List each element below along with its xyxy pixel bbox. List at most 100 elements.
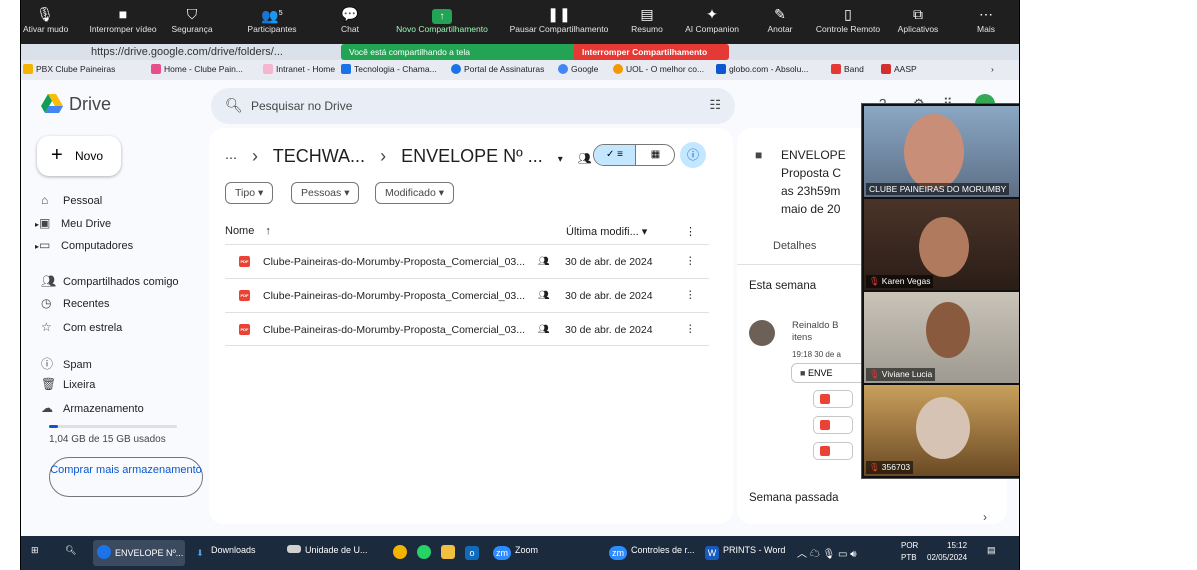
participants-icon: 👥5 (261, 7, 283, 24)
search-input[interactable]: 🔍︎ Pesquisar no Drive ☷ (211, 88, 735, 124)
pdf-icon: PDF (239, 290, 250, 301)
outlook-icon[interactable]: o (465, 545, 483, 560)
search-taskbar-icon[interactable]: 🔍︎ (65, 545, 76, 556)
breadcrumb-more-icon[interactable]: ⋯ (225, 151, 237, 165)
spam-icon: ⓘ (41, 357, 54, 371)
nav-item-shared[interactable]: 👥︎ Compartilhados comigo (41, 274, 179, 288)
language-indicator[interactable]: POR PTB (901, 540, 918, 564)
taskbar-item-word[interactable]: W PRINTS - Word (705, 545, 785, 560)
share-arrow-icon: ↑ (387, 4, 497, 24)
stop-sharing-button[interactable]: Interromper Compartilhamento (574, 44, 729, 60)
tray-icons[interactable]: ︿ ☁ 🎙︎ ▭ 🔊︎ (797, 545, 857, 560)
tab-details[interactable]: Detalhes (773, 240, 816, 252)
participant-face (904, 114, 964, 190)
taskbar: ⊞ 🔍︎ ENVELOPE Nº... ⬇ Downloads Unidade d… (21, 536, 1019, 570)
filter-type[interactable]: Tipo ▾ (225, 182, 274, 204)
nav-item-storage[interactable]: ☁ Armazenamento (41, 401, 144, 415)
bookmark-item[interactable]: Tecnologia - Chama... (341, 64, 437, 74)
ai-companion-button[interactable]: ✦ AI Companion (683, 4, 741, 34)
taskbar-item-zoom[interactable]: zm Zoom (493, 545, 538, 560)
sharing-banner: Você está compartilhando a tela Interrom… (341, 44, 729, 60)
security-button[interactable]: ⛉ Segurança (169, 4, 215, 34)
participant-face (926, 302, 970, 358)
drive-logo[interactable]: Drive (41, 94, 111, 115)
dropdown-icon[interactable]: ▾ (558, 154, 563, 165)
apps-button[interactable]: ⧉ Aplicativos (893, 4, 943, 34)
summary-button[interactable]: ▤ Resumo (627, 4, 667, 34)
taskbar-item-browser[interactable]: ENVELOPE Nº... (97, 545, 183, 559)
activity-file-chip[interactable] (813, 416, 853, 434)
taskbar-item-drive[interactable]: Unidade de U... (287, 545, 368, 555)
taskbar-item-downloads[interactable]: ⬇ Downloads (193, 545, 255, 560)
bookmark-item[interactable]: globo.com - Absolu... (716, 64, 808, 74)
bookmarks-more-chevron-icon[interactable]: › (991, 64, 994, 74)
remote-control-button[interactable]: ▯ Controle Remoto (815, 4, 881, 34)
mute-button[interactable]: 🎙 Ativar mudo (23, 4, 68, 34)
pause-share-button[interactable]: ❚❚ Pausar Compartilhamento (501, 4, 617, 34)
participant-tile[interactable]: 🎙︎ Viviane Lucia (864, 292, 1019, 383)
start-icon[interactable]: ⊞ (31, 545, 39, 556)
column-modified[interactable]: Última modifi... ▾ (566, 225, 647, 238)
new-button[interactable]: + Novo (37, 136, 121, 176)
nav-item-computers[interactable]: ▸▭ Computadores (35, 238, 133, 252)
more-button[interactable]: ⋯ Mais (971, 4, 1001, 34)
file-row[interactable]: PDF Clube-Paineiras-do-Morumby-Proposta_… (225, 312, 709, 346)
participant-tile[interactable]: 🎙︎ Karen Vegas (864, 199, 1019, 290)
clock[interactable]: 15:12 02/05/2024 (927, 540, 967, 564)
filter-modified[interactable]: Modificado ▾ (375, 182, 454, 204)
taskbar-item-zoom-controls[interactable]: zm Controles de r... (609, 545, 695, 560)
chat-button[interactable]: 💬 Chat (335, 4, 365, 34)
nav-item-trash[interactable]: 🗑︎ Lixeira (41, 377, 95, 391)
pdf-icon: PDF (239, 256, 250, 267)
row-more-icon[interactable]: ⋮ (685, 289, 696, 301)
activity-file-chip[interactable] (813, 390, 853, 408)
whatsapp-icon[interactable] (417, 545, 435, 559)
notification-icon[interactable]: ▤ (987, 545, 996, 556)
bookmark-item[interactable]: Intranet - Home (263, 64, 335, 74)
column-name[interactable]: Nome ↑ (225, 225, 271, 237)
mouse-icon: ▯ (844, 6, 852, 22)
participant-face (916, 397, 970, 459)
stop-video-button[interactable]: ■ Interromper vídeo (85, 4, 161, 34)
participants-button[interactable]: 👥5 Participantes (243, 4, 301, 34)
row-more-icon[interactable]: ⋮ (685, 323, 696, 335)
activity-file-chip[interactable] (813, 442, 853, 460)
frame-border-right (1019, 0, 1020, 570)
chevron-right-icon[interactable]: › (983, 510, 987, 524)
breadcrumb-current[interactable]: ENVELOPE Nº ... (401, 146, 543, 166)
bookmark-item[interactable]: AASP (881, 64, 917, 74)
bookmark-item[interactable]: PBX Clube Paineiras (23, 64, 115, 74)
filter-people[interactable]: Pessoas ▾ (291, 182, 360, 204)
bookmark-item[interactable]: Google (558, 64, 598, 74)
storage-text: 1,04 GB de 15 GB usados (49, 434, 166, 445)
chrome-icon[interactable] (393, 545, 411, 559)
breadcrumb-item[interactable]: TECHWA... (273, 146, 365, 166)
file-explorer-icon[interactable] (441, 545, 459, 559)
nav-item-home[interactable]: ⌂ Pessoal (41, 193, 102, 207)
bookmark-item[interactable]: Band (831, 64, 864, 74)
buy-storage-button[interactable]: Comprar mais armazenamento (49, 457, 203, 497)
bookmark-item[interactable]: Home - Clube Pain... (151, 64, 243, 74)
nav-item-recent[interactable]: ◷ Recentes (41, 296, 109, 310)
breadcrumb-separator: › (252, 146, 259, 166)
file-row[interactable]: PDF Clube-Paineiras-do-Morumby-Proposta_… (225, 244, 709, 278)
new-share-button[interactable]: ↑ Novo Compartilhamento (387, 4, 497, 34)
pdf-icon (820, 446, 830, 456)
list-view-icon[interactable]: ✓ ≡ (594, 145, 635, 165)
nav-item-spam[interactable]: ⓘ Spam (41, 355, 92, 372)
filter-icon[interactable]: ☷ (709, 97, 721, 113)
bookmark-item[interactable]: Portal de Assinaturas (451, 64, 544, 74)
info-icon[interactable]: ⓘ (680, 142, 706, 168)
file-row[interactable]: PDF Clube-Paineiras-do-Morumby-Proposta_… (225, 278, 709, 312)
bookmark-item[interactable]: UOL - O melhor co... (613, 64, 704, 74)
participant-tile[interactable]: 🎙︎ 356703 (864, 385, 1019, 476)
nav-item-starred[interactable]: ☆ Com estrela (41, 320, 122, 334)
section-this-week: Esta semana (749, 280, 817, 292)
column-more-icon[interactable]: ⋮ (685, 225, 696, 238)
participant-tile[interactable]: CLUBE PAINEIRAS DO MORUMBY (864, 106, 1019, 197)
annotate-button[interactable]: ✎ Anotar (763, 4, 797, 34)
nav-item-my-drive[interactable]: ▸▣ Meu Drive (35, 216, 111, 230)
row-more-icon[interactable]: ⋮ (685, 255, 696, 267)
drive-unit-icon (287, 545, 301, 553)
grid-view-icon[interactable]: ▦ (635, 145, 674, 165)
